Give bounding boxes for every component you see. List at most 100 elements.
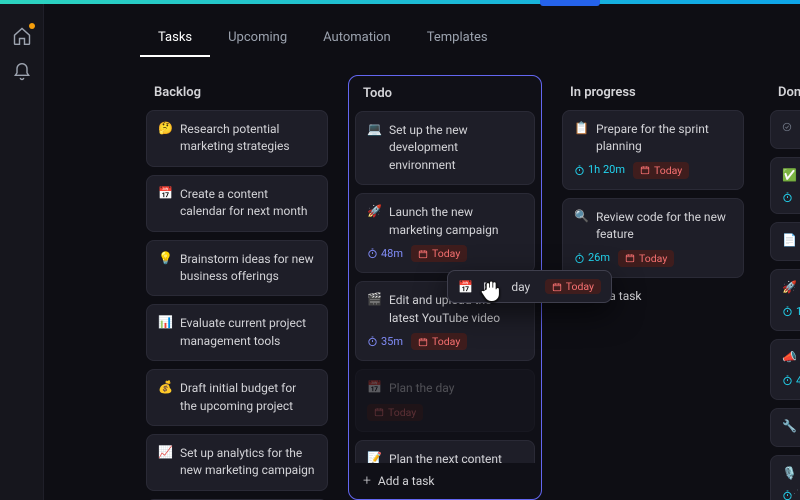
tab-tasks[interactable]: Tasks [140,24,210,57]
task-emoji-icon: 📅 [158,186,172,202]
stopwatch-icon [782,490,793,500]
stopwatch-icon [782,192,793,203]
home-icon[interactable] [12,26,32,46]
task-card[interactable]: 📝Plan the next content seriesToday [355,440,535,463]
task-emoji-icon: 📊 [158,315,172,331]
time-badge: 1h 20m [574,162,625,178]
task-card[interactable]: 🤔 Research potential marketing strategies [146,110,328,167]
check-icon [782,121,796,137]
task-card[interactable]: 📈 Set up analytics for the new marketing … [146,434,328,491]
task-card[interactable]: 📅 Plan the day Today [355,369,535,432]
task-card[interactable]: 📋 Prepare for the sprint planning 1h 20m To… [562,110,744,190]
kanban-board: Backlog 🤔 Research potential marketing st… [44,57,800,500]
add-task-button[interactable]: + Add a task [349,463,541,499]
column-title: Backlog [140,75,334,110]
task-card[interactable]: 🚀Launch1h [770,269,800,330]
time-badge: 26m [574,250,610,266]
task-card[interactable]: 🚀 Launch the new marketing campaign 48m Tod… [355,193,535,273]
task-card[interactable]: 📣Publish45m [770,339,800,400]
time-badge: 1h [782,304,800,320]
task-card[interactable]: ✅Complete review [770,157,800,213]
plus-icon: + [363,473,371,489]
column-title: Done [764,75,800,110]
task-card[interactable]: 📊 Evaluate current project management too… [146,304,328,361]
today-badge: Today [618,250,674,267]
tab-bar: Tasks Upcoming Automation Templates [44,4,800,57]
tab-upcoming[interactable]: Upcoming [210,24,305,57]
task-meta: 48m Today [367,245,523,262]
notification-dot [29,23,35,29]
task-meta [782,490,800,500]
task-emoji-icon: 🔧 [782,419,796,435]
task-meta: 1h [782,304,800,320]
task-emoji-icon: 📄 [782,233,796,249]
bell-icon[interactable] [12,62,32,82]
column-backlog: Backlog 🤔 Research potential marketing st… [140,75,334,500]
task-emoji-icon: 📅 [367,380,381,396]
task-card[interactable]: Complete the start of [770,110,800,149]
task-emoji-icon: 💰 [158,380,172,396]
task-card[interactable]: 📄Finalize proposal [770,222,800,261]
task-text: Evaluate current project management tool… [180,315,316,350]
task-emoji-icon: 🤔 [158,121,172,137]
card-list: Complete the start of ✅Complete review 📄Fi… [764,110,800,500]
task-text: Create a content calendar for next month [180,186,316,221]
task-text: Research potential marketing strategies [180,121,316,156]
time-badge: 45m [782,373,800,389]
today-badge: Today [545,279,601,294]
task-emoji-icon: 📝 [367,451,381,463]
main-area: Tasks Upcoming Automation Templates Back… [44,4,800,500]
task-emoji-icon: 🔍 [574,209,588,225]
task-emoji-icon: ✅ [782,168,796,184]
today-badge: Today [411,333,467,350]
task-text: Launch the new marketing campaign [389,204,523,239]
task-card[interactable]: 🔍 Review code for the new feature 26m Today [562,198,744,278]
task-emoji-icon: 🎙️ [782,466,796,482]
card-list: 🤔 Research potential marketing strategies… [140,110,334,500]
task-card[interactable]: 📅 Create a content calendar for next mont… [146,175,328,232]
task-text: Set up the new development environment [389,122,523,174]
task-text: Prepare for the sprint planning [596,121,732,156]
task-emoji-icon: 💡 [158,251,172,267]
today-badge: Today [367,404,423,421]
task-emoji-icon: 📋 [574,121,588,137]
task-text: Brainstorm ideas for new business offeri… [180,251,316,286]
task-meta: 35m Today [367,333,523,350]
tab-automation[interactable]: Automation [305,24,409,57]
task-card[interactable]: 💻 Set up the new development environment [355,111,535,185]
task-text: Draft initial budget for the upcoming pr… [180,380,316,415]
column-title: In progress [556,75,750,110]
task-emoji-icon: 📣 [782,350,796,366]
task-emoji-icon: 💻 [367,122,381,138]
today-badge: Today [633,162,689,179]
task-emoji-icon: 🚀 [367,204,381,220]
task-meta: Today [367,404,523,421]
time-badge: 48m [367,246,403,262]
calendar-icon: 📅 [458,280,473,294]
add-task-label: Add a task [378,474,435,488]
card-list: 📋 Prepare for the sprint planning 1h 20m To… [556,110,750,278]
column-done: Done Complete the start of ✅Complete revi… [764,75,800,500]
task-meta: 26m Today [574,250,732,267]
task-card[interactable]: 🎙️Record episode [770,455,800,500]
task-text: Review code for the new feature [596,209,732,244]
task-meta: 1h 20m Today [574,162,732,179]
left-rail [0,4,44,500]
task-emoji-icon: 🎬 [367,292,381,308]
tab-templates[interactable]: Templates [409,24,506,57]
column-title: Todo [349,76,541,111]
task-text: Set up analytics for the new marketing c… [180,445,316,480]
task-card[interactable]: 💡 Brainstorm ideas for new business offer… [146,240,328,297]
task-meta [782,192,800,203]
today-badge: Today [411,245,467,262]
task-text: Plan the next content series [389,451,523,463]
task-emoji-icon: 📈 [158,445,172,461]
grab-cursor-icon [479,277,505,303]
task-card[interactable]: 💰 Draft initial budget for the upcoming p… [146,369,328,426]
task-card[interactable]: 🔧Implement endpoints [770,408,800,447]
task-emoji-icon: 🚀 [782,280,796,296]
time-badge: 35m [367,334,403,350]
task-text: Plan the day [389,380,523,397]
task-meta: 45m [782,373,800,389]
dragging-card[interactable]: 📅 Pl day Today [447,270,612,303]
